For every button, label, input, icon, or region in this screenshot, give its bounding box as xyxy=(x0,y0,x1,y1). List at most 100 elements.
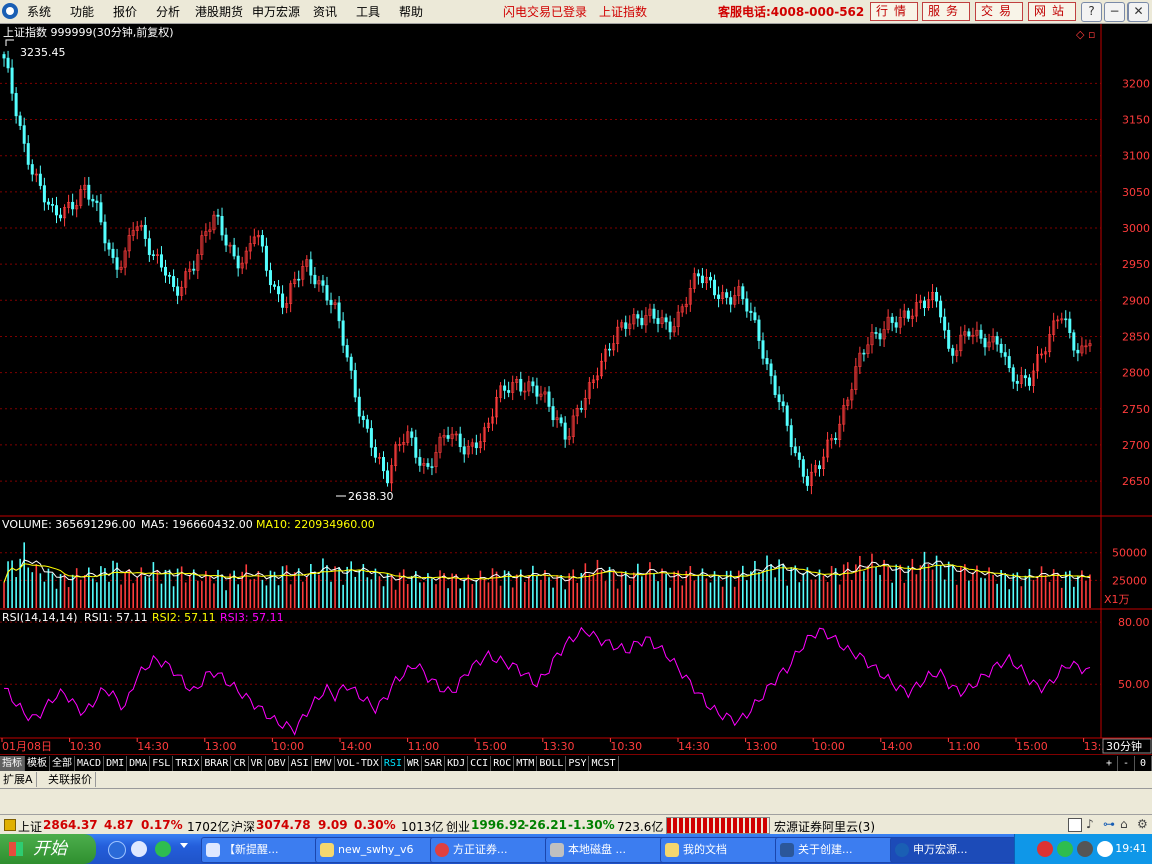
tab-vr[interactable]: VR xyxy=(248,756,266,771)
candle-body xyxy=(741,286,745,300)
alarm-icon[interactable]: ♪ xyxy=(1086,817,1094,831)
candle-body xyxy=(10,67,14,94)
task-folder-swhy[interactable]: new_swhy_v6 xyxy=(315,837,443,863)
info-area xyxy=(0,789,1152,814)
tab-emv[interactable]: EMV xyxy=(311,756,335,771)
sh-index-change: 4.87 xyxy=(104,818,134,832)
broker-server[interactable]: 宏源证券阿里云(3) xyxy=(774,818,875,835)
tab-trix[interactable]: TRIX xyxy=(173,756,203,771)
menu-system[interactable]: 系统 xyxy=(27,3,51,20)
candle-body xyxy=(1068,318,1072,333)
tab-asi[interactable]: ASI xyxy=(288,756,312,771)
rsi-tick-label: 80.00 xyxy=(1118,616,1150,629)
tab-roc[interactable]: ROC xyxy=(491,756,515,771)
stock-chart[interactable]: 2650 2700 2750 2800 2850 2900 2950 3000 3050 3100… xyxy=(0,24,1152,754)
task-local-disk[interactable]: 本地磁盘 ... xyxy=(545,837,673,863)
candle-body xyxy=(426,463,430,467)
time-tick-label: 13:30 xyxy=(543,740,575,753)
task-my-documents[interactable]: 我的文档 xyxy=(660,837,788,863)
tab-[interactable]: 指标 xyxy=(0,756,25,771)
candle-body xyxy=(801,459,805,477)
tab-macd[interactable]: MACD xyxy=(75,756,105,771)
menu-analysis[interactable]: 分析 xyxy=(156,3,180,20)
candle-body xyxy=(99,202,103,223)
ie-icon[interactable] xyxy=(108,841,126,859)
cy-index-value[interactable]: 1996.92 xyxy=(471,818,526,832)
tray-app-icon[interactable] xyxy=(1057,841,1073,857)
tab-[interactable]: 模板 xyxy=(25,756,50,771)
trade-button[interactable]: 交易 xyxy=(975,2,1023,21)
candle-body xyxy=(664,317,668,323)
menu-tools[interactable]: 工具 xyxy=(356,3,380,20)
tray-volume-icon[interactable] xyxy=(1077,841,1093,857)
zoom-control-2[interactable]: 0 xyxy=(1135,756,1152,771)
candle-body xyxy=(1076,349,1080,354)
tray-shield-icon[interactable] xyxy=(1097,841,1113,857)
tab-vol-tdx[interactable]: VOL-TDX xyxy=(334,756,382,771)
task-label: 关于创建... xyxy=(798,843,853,856)
system-tray: 19:41 xyxy=(1014,834,1152,864)
tab-brar[interactable]: BRAR xyxy=(202,756,232,771)
tab-obv[interactable]: OBV xyxy=(265,756,289,771)
tab-wr[interactable]: WR xyxy=(404,756,423,771)
time-tick-label: 10:00 xyxy=(272,740,304,753)
volume-tick-labels: 25000 50000 xyxy=(1112,547,1147,588)
settings-icon[interactable]: ⚙ xyxy=(1137,817,1148,831)
quicklaunch-icon[interactable] xyxy=(155,841,171,857)
candle-body xyxy=(983,338,987,348)
close-icon[interactable]: ✕ xyxy=(1128,2,1149,22)
zoom-control-0[interactable]: + xyxy=(1101,756,1118,771)
tab-psy[interactable]: PSY xyxy=(566,756,590,771)
menu-help[interactable]: 帮助 xyxy=(399,3,423,20)
tab-boll[interactable]: BOLL xyxy=(537,756,567,771)
candle-body xyxy=(46,201,50,205)
tab-sar[interactable]: SAR xyxy=(422,756,446,771)
sh-index-pct: 0.17% xyxy=(141,818,183,832)
task-word-doc[interactable]: 关于创建... xyxy=(775,837,903,863)
tab-cr[interactable]: CR xyxy=(231,756,249,771)
tab-mtm[interactable]: MTM xyxy=(514,756,538,771)
menu-hk-futures[interactable]: 港股期货 xyxy=(195,3,243,20)
candle-body xyxy=(951,348,955,356)
volume-unit-label: X1万 xyxy=(1104,593,1130,606)
menu-function[interactable]: 功能 xyxy=(70,3,94,20)
tab-fsl[interactable]: FSL xyxy=(150,756,174,771)
tab-extension-a[interactable]: 扩展A xyxy=(0,772,37,787)
menu-info[interactable]: 资讯 xyxy=(313,3,337,20)
task-founder-securities[interactable]: 方正证券... xyxy=(430,837,558,863)
quicklaunch-expand-icon[interactable] xyxy=(180,843,188,848)
notepad-icon[interactable] xyxy=(1068,818,1082,832)
start-button[interactable]: 开始 xyxy=(0,834,96,864)
help-icon[interactable]: ? xyxy=(1081,2,1102,22)
candle-body xyxy=(236,255,240,269)
tab-related-quotes[interactable]: 关联报价 xyxy=(45,772,96,787)
window-toggle-icon[interactable]: ▫ xyxy=(1088,28,1095,41)
tab-[interactable]: 全部 xyxy=(50,756,75,771)
menu-quote[interactable]: 报价 xyxy=(113,3,137,20)
market-button[interactable]: 行情 xyxy=(870,2,918,21)
task-reminder[interactable]: 【新提醒... xyxy=(201,837,329,863)
tab-kdj[interactable]: KDJ xyxy=(445,756,469,771)
service-button[interactable]: 服务 xyxy=(922,2,970,21)
task-swhy-app[interactable]: 申万宏源... xyxy=(890,837,1018,863)
candle-body xyxy=(696,273,700,277)
tab-dma[interactable]: DMA xyxy=(127,756,151,771)
sh-index-value[interactable]: 2864.37 xyxy=(43,818,98,832)
candle-body xyxy=(2,54,6,59)
zoom-control-1[interactable]: - xyxy=(1118,756,1135,771)
lock-icon[interactable]: ⌂ xyxy=(1120,817,1128,831)
candle-body xyxy=(216,214,220,217)
tab-cci[interactable]: CCI xyxy=(468,756,492,771)
tray-antivirus-icon[interactable] xyxy=(1037,841,1053,857)
diamond-icon[interactable]: ◇ xyxy=(1076,28,1085,41)
minimize-icon[interactable]: − xyxy=(1104,2,1125,22)
browser-icon[interactable] xyxy=(131,841,147,857)
sz-index-value[interactable]: 3074.78 xyxy=(256,818,311,832)
tab-rsi[interactable]: RSI xyxy=(381,756,405,771)
website-button[interactable]: 网站 xyxy=(1028,2,1076,21)
candle-body xyxy=(547,391,551,407)
clock[interactable]: 19:41 xyxy=(1115,842,1147,855)
tab-dmi[interactable]: DMI xyxy=(104,756,128,771)
menu-swhy[interactable]: 申万宏源 xyxy=(252,3,300,20)
tab-mcst[interactable]: MCST xyxy=(589,756,619,771)
